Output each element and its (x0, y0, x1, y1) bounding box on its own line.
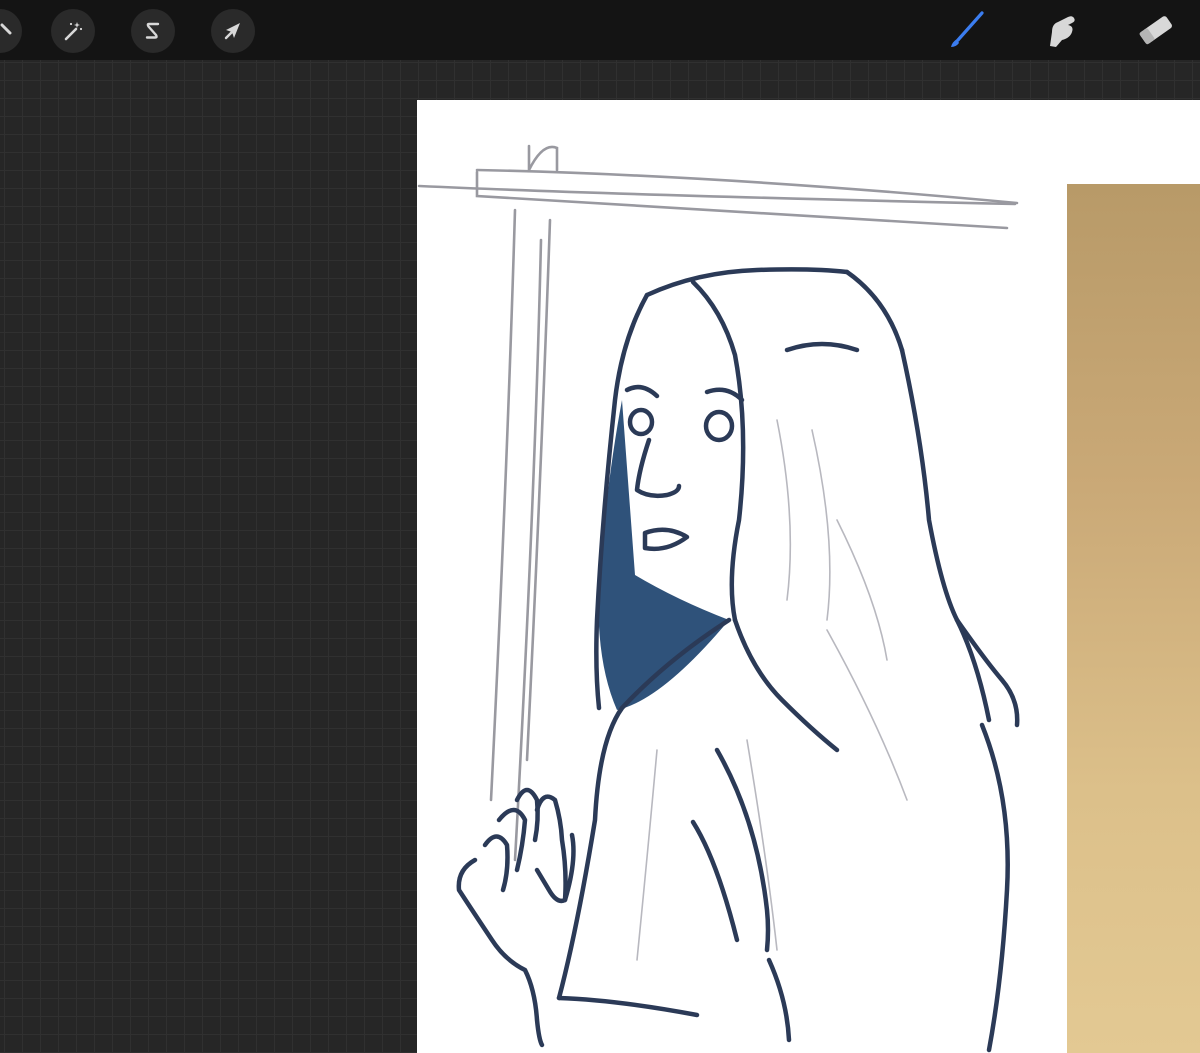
arrow-cursor-icon (224, 23, 240, 40)
magic-wand-icon (64, 22, 83, 41)
transform-button[interactable] (211, 9, 255, 53)
wrench-icon (0, 23, 12, 35)
adjustments-button[interactable] (51, 9, 95, 53)
eraser-icon (1139, 16, 1172, 45)
sketch-artwork (417, 144, 1020, 1053)
brush-tool[interactable] (940, 8, 988, 52)
drawing-canvas[interactable] (417, 100, 1200, 1053)
modify-button[interactable] (0, 9, 22, 53)
top-toolbar (0, 0, 1200, 60)
eraser-tool[interactable] (1132, 8, 1180, 52)
selection-s-icon (145, 22, 160, 39)
smudge-finger-icon (1050, 16, 1075, 47)
selection-button[interactable] (131, 9, 175, 53)
procreate-app (0, 0, 1200, 1053)
smudge-tool[interactable] (1036, 8, 1084, 52)
brush-icon (951, 11, 984, 47)
hair-shadow-fill (598, 400, 729, 710)
